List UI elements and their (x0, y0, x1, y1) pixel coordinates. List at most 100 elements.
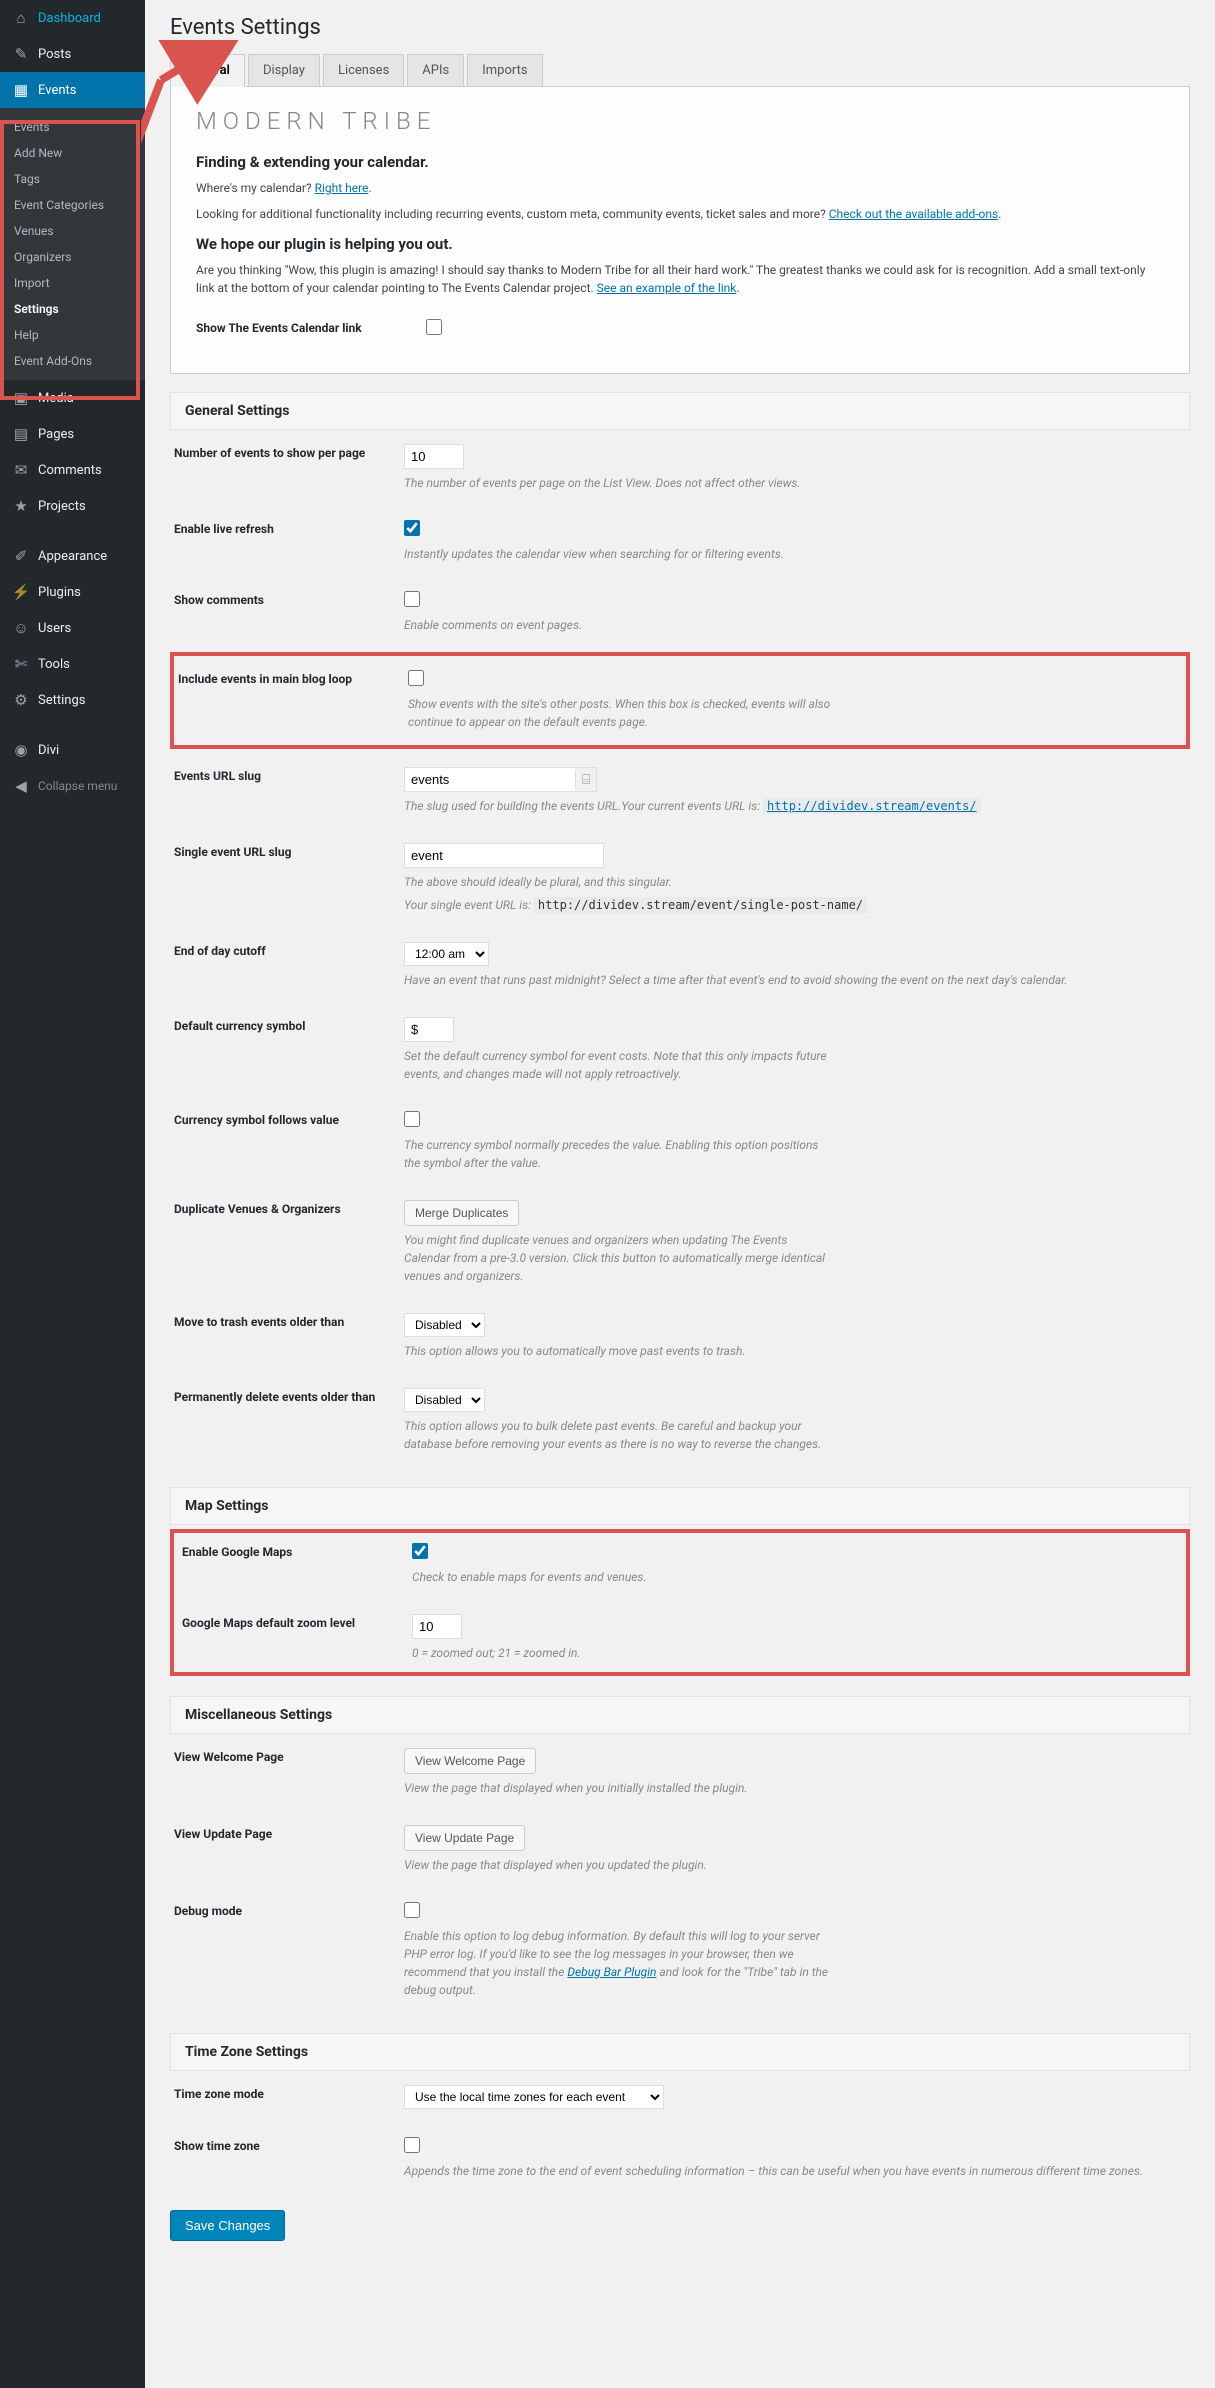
show-link-checkbox[interactable] (426, 319, 442, 335)
sidebar-item-tools[interactable]: ✄Tools (0, 646, 145, 682)
show-tz-checkbox[interactable] (404, 2137, 420, 2153)
label: Collapse menu (38, 779, 117, 793)
gmaps-zoom-input[interactable] (412, 1614, 462, 1639)
label: Divi (38, 743, 59, 758)
sidebar-sub-item[interactable]: Tags (0, 166, 145, 192)
cutoff-select[interactable]: 12:00 am (404, 942, 489, 966)
label: Events (38, 83, 76, 98)
example-link[interactable]: See an example of the link (597, 281, 737, 295)
sidebar-sub-item[interactable]: Import (0, 270, 145, 296)
tab-licenses[interactable]: Licenses (323, 54, 404, 86)
tz-mode-select[interactable]: Use the local time zones for each event (404, 2085, 664, 2109)
single-slug-input[interactable] (404, 843, 604, 868)
merge-duplicates-button[interactable]: Merge Duplicates (404, 1200, 519, 1226)
show-comments-checkbox[interactable] (404, 591, 420, 607)
section-general: General Settings (170, 392, 1190, 430)
sidebar-item-divi[interactable]: ◉ Divi (0, 732, 145, 768)
sidebar-item-collapse[interactable]: ◀Collapse menu (0, 768, 145, 804)
sidebar-sub-item[interactable]: Organizers (0, 244, 145, 270)
currency-follow-desc: The currency symbol normally precedes th… (404, 1136, 834, 1172)
sidebar-sub-item[interactable]: Venues (0, 218, 145, 244)
gmaps-zoom-desc: 0 = zoomed out; 21 = zoomed in. (412, 1644, 842, 1662)
welcome-desc: View the page that displayed when you in… (404, 1779, 1180, 1797)
sidebar-item-users[interactable]: ☺Users (0, 610, 145, 646)
welcome-label: View Welcome Page (174, 1748, 404, 1764)
live-refresh-checkbox[interactable] (404, 520, 420, 536)
label: Users (38, 621, 71, 636)
sidebar-item-plugins[interactable]: ⚡Plugins (0, 574, 145, 610)
section-tz: Time Zone Settings (170, 2033, 1190, 2071)
include-loop-checkbox[interactable] (408, 670, 424, 686)
section-map: Map Settings (170, 1487, 1190, 1525)
single-slug-desc2: Your single event URL is: http://dividev… (404, 896, 1180, 914)
welcome-button[interactable]: View Welcome Page (404, 1748, 536, 1774)
tab-display[interactable]: Display (248, 54, 320, 86)
currency-input[interactable] (404, 1017, 454, 1042)
label: Media (38, 391, 74, 406)
include-loop-label: Include events in main blog loop (178, 670, 408, 686)
events-url-link[interactable]: http://dividev.stream/events/ (763, 798, 981, 814)
currency-follow-checkbox[interactable] (404, 1111, 420, 1127)
sidebar-item-projects[interactable]: ★Projects (0, 488, 145, 524)
num-events-input[interactable] (404, 444, 464, 469)
looking-text: Looking for additional functionality inc… (196, 205, 1164, 223)
intro-panel: MODERN TRIBE Finding & extending your ca… (170, 86, 1190, 374)
debug-bar-link[interactable]: Debug Bar Plugin (567, 1965, 656, 1979)
settings-icon: ⚙ (12, 691, 30, 709)
single-slug-desc1: The above should ideally be plural, and … (404, 873, 834, 891)
update-button[interactable]: View Update Page (404, 1825, 525, 1851)
sidebar-sub-item[interactable]: Event Add-Ons (0, 348, 145, 374)
label: Dashboard (38, 11, 101, 26)
tab-apis[interactable]: APIs (407, 54, 464, 86)
show-tz-label: Show time zone (174, 2137, 404, 2153)
update-label: View Update Page (174, 1825, 404, 1841)
trash-select[interactable]: Disabled (404, 1313, 485, 1337)
sidebar-item-events[interactable]: ▦ Events (0, 72, 145, 108)
sidebar-item-posts[interactable]: ✎Posts (0, 36, 145, 72)
sidebar-sub-item[interactable]: Help (0, 322, 145, 348)
sidebar-item-media[interactable]: ▣Media (0, 380, 145, 416)
intro-heading-2: We hope our plugin is helping you out. (196, 235, 1164, 253)
url-slug-label: Events URL slug (174, 767, 404, 783)
sidebar-sub-item[interactable]: Events (0, 114, 145, 140)
dashboard-icon: ⌂ (12, 9, 30, 27)
currency-follow-label: Currency symbol follows value (174, 1111, 404, 1127)
perm-delete-select[interactable]: Disabled (404, 1388, 485, 1412)
sidebar-item-appearance[interactable]: ✐Appearance (0, 538, 145, 574)
update-desc: View the page that displayed when you up… (404, 1856, 1180, 1874)
sidebar-item-pages[interactable]: ▤Pages (0, 416, 145, 452)
gmaps-checkbox[interactable] (412, 1543, 428, 1559)
num-events-label: Number of events to show per page (174, 444, 404, 460)
right-here-link[interactable]: Right here (315, 181, 369, 195)
addons-link[interactable]: Check out the available add-ons (829, 207, 998, 221)
num-events-desc: The number of events per page on the Lis… (404, 474, 834, 492)
gmaps-label: Enable Google Maps (182, 1543, 412, 1559)
debug-label: Debug mode (174, 1902, 404, 1918)
tab-general[interactable]: General (170, 54, 245, 87)
save-changes-button[interactable]: Save Changes (170, 2210, 285, 2241)
url-slug-input[interactable] (405, 768, 575, 791)
show-tz-desc: Appends the time zone to the end of even… (404, 2162, 1180, 2180)
sidebar-sub-item[interactable]: Event Categories (0, 192, 145, 218)
tools-icon: ✄ (12, 655, 30, 673)
divi-icon: ◉ (12, 741, 30, 759)
sidebar-item-dashboard[interactable]: ⌂ Dashboard (0, 0, 145, 36)
sidebar-item-settings[interactable]: ⚙Settings (0, 682, 145, 718)
comments-icon: ✉ (12, 461, 30, 479)
label: Posts (38, 47, 71, 62)
sidebar-sub-item[interactable]: Settings (0, 296, 145, 322)
perm-delete-desc: This option allows you to bulk delete pa… (404, 1417, 834, 1453)
section-misc: Miscellaneous Settings (170, 1696, 1190, 1734)
sidebar-sub-item[interactable]: Add New (0, 140, 145, 166)
show-comments-label: Show comments (174, 591, 404, 607)
cutoff-label: End of day cutoff (174, 942, 404, 958)
duplicates-desc: You might find duplicate venues and orga… (404, 1231, 834, 1285)
debug-checkbox[interactable] (404, 1902, 420, 1918)
live-refresh-label: Enable live refresh (174, 520, 404, 536)
tab-imports[interactable]: Imports (467, 54, 542, 86)
pages-icon: ▤ (12, 425, 30, 443)
trash-desc: This option allows you to automatically … (404, 1342, 1180, 1360)
main-content: Events Settings GeneralDisplayLicensesAP… (145, 0, 1215, 2388)
sidebar-item-comments[interactable]: ✉Comments (0, 452, 145, 488)
calendar-icon: ▦ (12, 81, 30, 99)
